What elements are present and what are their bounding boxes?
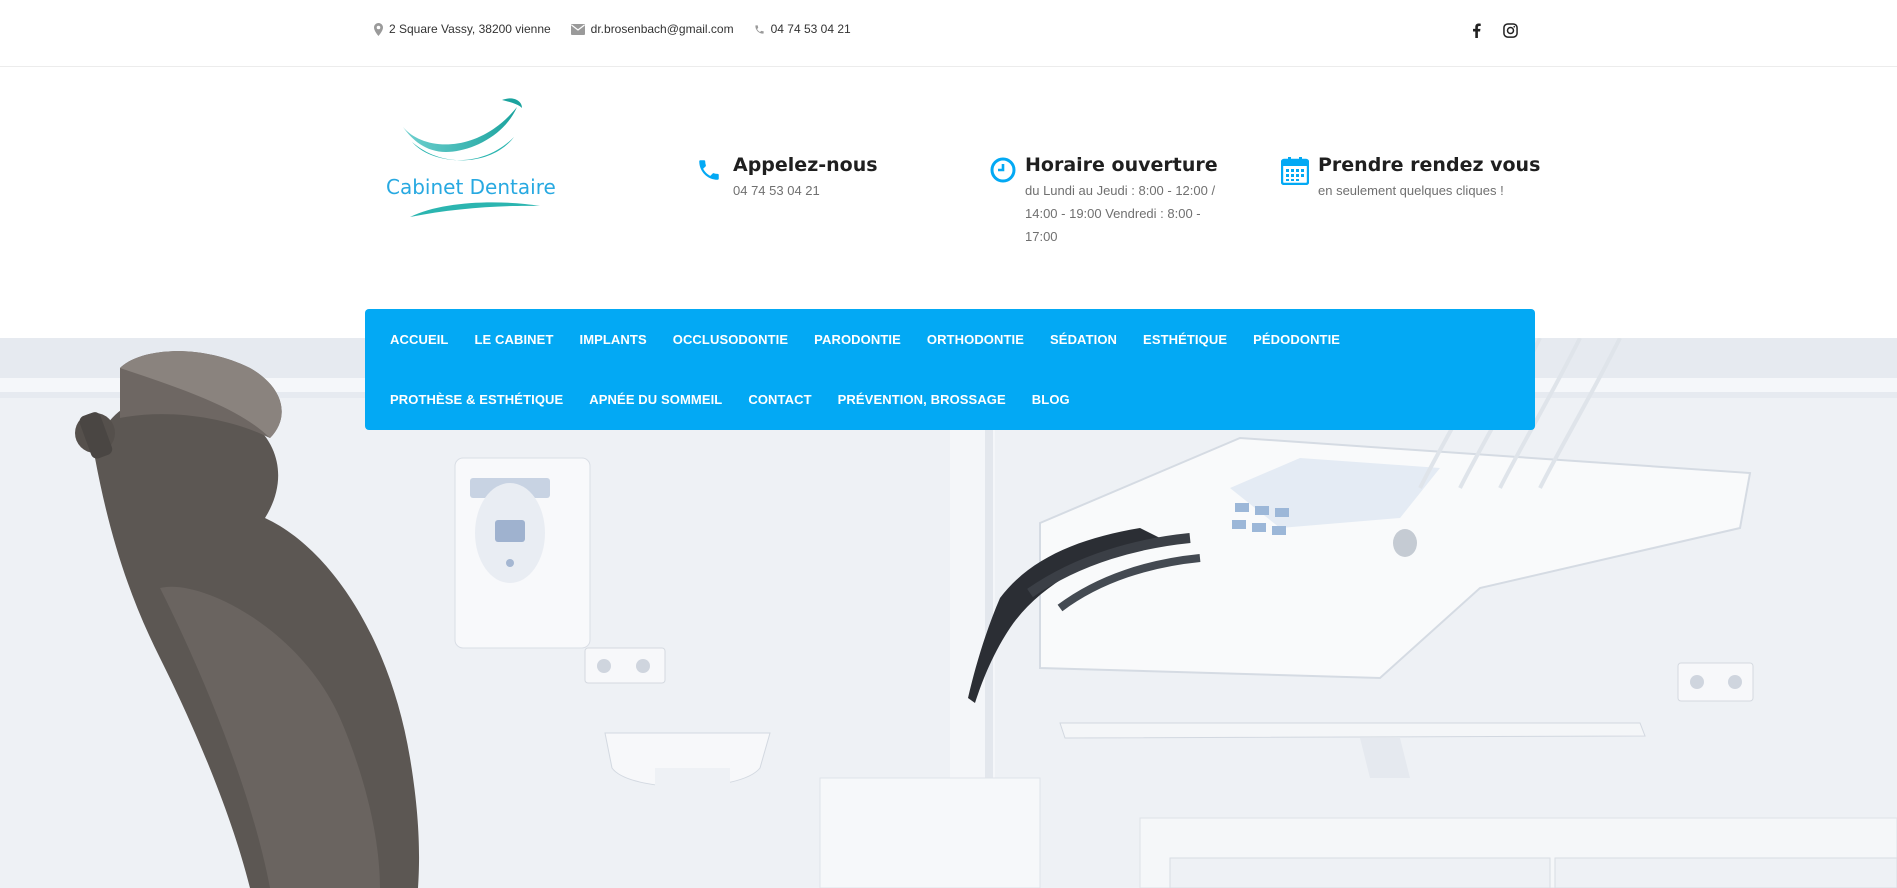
appointment-text: en seulement quelques cliques ! <box>1318 183 1504 198</box>
nav-item-pedodontie[interactable]: PÉDODONTIE <box>1240 332 1353 347</box>
envelope-icon <box>570 23 585 35</box>
phone-item[interactable]: 04 74 53 04 21 <box>754 22 851 36</box>
address-text: 2 Square Vassy, 38200 vienne <box>389 22 551 36</box>
call-title: Appelez-nous <box>733 154 878 176</box>
instagram-icon[interactable] <box>1501 21 1519 39</box>
nav-item-accueil[interactable]: ACCUEIL <box>377 332 461 347</box>
phone-text[interactable]: 04 74 53 04 21 <box>771 22 851 36</box>
email-item[interactable]: dr.brosenbach@gmail.com <box>570 22 734 36</box>
nav-item-parodontie[interactable]: PARODONTIE <box>801 332 914 347</box>
main-navigation: ACCUEIL LE CABINET IMPLANTS OCCLUSODONTI… <box>365 309 1535 430</box>
calendar-icon <box>1280 157 1310 202</box>
nav-item-occlusodontie[interactable]: OCCLUSODONTIE <box>660 332 801 347</box>
appointment-block[interactable]: Prendre rendez vous en seulement quelque… <box>1280 153 1540 202</box>
email-link[interactable]: dr.brosenbach@gmail.com <box>591 22 734 36</box>
map-pin-icon <box>374 22 383 36</box>
hours-block: Horaire ouverture du Lundi au Jeudi : 8:… <box>990 153 1230 248</box>
contact-strip: 2 Square Vassy, 38200 vienne dr.brosenba… <box>374 22 871 36</box>
appointment-title[interactable]: Prendre rendez vous <box>1318 153 1540 177</box>
facebook-icon[interactable] <box>1467 21 1485 39</box>
phone-icon <box>696 157 724 202</box>
hours-title: Horaire ouverture <box>1025 154 1218 176</box>
nav-item-apnee-du-sommeil[interactable]: APNÉE DU SOMMEIL <box>576 392 735 407</box>
logo-text: Cabinet Dentaire <box>386 175 556 199</box>
top-bar: 2 Square Vassy, 38200 vienne dr.brosenba… <box>0 0 1897 67</box>
nav-item-le-cabinet[interactable]: LE CABINET <box>461 332 566 347</box>
clock-icon <box>990 157 1016 248</box>
nav-item-esthetique[interactable]: ESTHÉTIQUE <box>1130 332 1240 347</box>
nav-item-prothese-esthetique[interactable]: PROTHÈSE & ESTHÉTIQUE <box>377 392 576 407</box>
nav-item-prevention-brossage[interactable]: PRÉVENTION, BROSSAGE <box>825 392 1019 407</box>
site-header: Cabinet Dentaire Appelez-nous 04 74 53 0… <box>0 67 1897 338</box>
nav-row-1: ACCUEIL LE CABINET IMPLANTS OCCLUSODONTI… <box>377 309 1523 369</box>
address-item: 2 Square Vassy, 38200 vienne <box>374 22 551 36</box>
nav-item-orthodontie[interactable]: ORTHODONTIE <box>914 332 1037 347</box>
site-logo[interactable]: Cabinet Dentaire <box>384 92 556 222</box>
call-block: Appelez-nous 04 74 53 04 21 <box>696 153 878 202</box>
call-text[interactable]: 04 74 53 04 21 <box>733 179 878 202</box>
nav-item-contact[interactable]: CONTACT <box>735 392 824 407</box>
nav-row-2: PROTHÈSE & ESTHÉTIQUE APNÉE DU SOMMEIL C… <box>377 369 1523 429</box>
nav-item-implants[interactable]: IMPLANTS <box>566 332 659 347</box>
phone-small-icon <box>754 24 764 34</box>
hours-text: du Lundi au Jeudi : 8:00 - 12:00 / 14:00… <box>1025 183 1216 244</box>
nav-item-sedation[interactable]: SÉDATION <box>1037 332 1130 347</box>
social-links <box>1467 21 1535 39</box>
nav-item-blog[interactable]: BLOG <box>1019 392 1083 407</box>
